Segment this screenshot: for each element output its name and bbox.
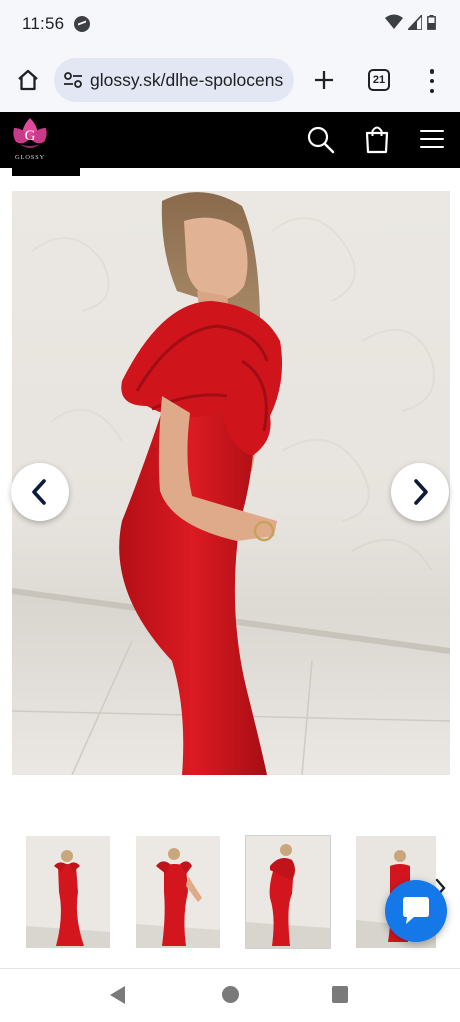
system-nav-bar xyxy=(0,969,460,1022)
product-photo xyxy=(12,192,450,775)
header-tab-notch xyxy=(12,168,80,176)
back-icon[interactable] xyxy=(110,986,125,1004)
logo-text: GLOSSY xyxy=(14,154,46,161)
status-bar: 11:56 xyxy=(0,0,460,50)
home-icon xyxy=(18,69,38,91)
search-icon[interactable] xyxy=(306,125,336,155)
home-circle-icon[interactable] xyxy=(222,986,239,1003)
battery-icon xyxy=(427,14,436,30)
new-tab-button[interactable] xyxy=(308,64,340,96)
recents-icon[interactable] xyxy=(332,986,348,1003)
logo-letter: G xyxy=(25,128,36,144)
more-vert-icon[interactable] xyxy=(422,68,442,94)
messenger-icon xyxy=(74,16,90,32)
thumbnail-1[interactable] xyxy=(26,836,110,948)
tab-switcher-button[interactable]: 21 xyxy=(368,69,390,91)
chevron-left-icon xyxy=(32,479,46,505)
site-header: G GLOSSY xyxy=(0,112,460,168)
status-icons xyxy=(385,14,436,30)
plus-icon xyxy=(315,71,333,89)
shopping-bag-icon[interactable] xyxy=(364,124,390,154)
url-text: glossy.sk/dlhe-spolocens xyxy=(90,69,284,90)
lotus-logo-icon: G xyxy=(13,118,47,148)
hamburger-menu-icon[interactable] xyxy=(420,128,444,150)
signal-icon xyxy=(408,14,422,30)
chat-bubble-icon xyxy=(403,897,429,924)
product-main-image[interactable] xyxy=(12,191,450,775)
site-settings-icon[interactable] xyxy=(62,69,84,91)
browser-toolbar: glossy.sk/dlhe-spolocens 21 xyxy=(0,50,460,112)
chat-button[interactable] xyxy=(385,880,447,942)
glossy-logo[interactable]: G GLOSSY xyxy=(10,116,50,164)
thumbnail-3[interactable] xyxy=(245,835,331,949)
address-bar[interactable]: glossy.sk/dlhe-spolocens xyxy=(54,58,294,102)
carousel-next-button[interactable] xyxy=(391,463,449,521)
wifi-icon xyxy=(385,14,403,29)
status-time: 11:56 xyxy=(22,14,65,33)
home-button[interactable] xyxy=(12,64,44,96)
thumbnail-2[interactable] xyxy=(136,836,220,948)
chevron-right-icon xyxy=(414,479,428,505)
carousel-prev-button[interactable] xyxy=(11,463,69,521)
